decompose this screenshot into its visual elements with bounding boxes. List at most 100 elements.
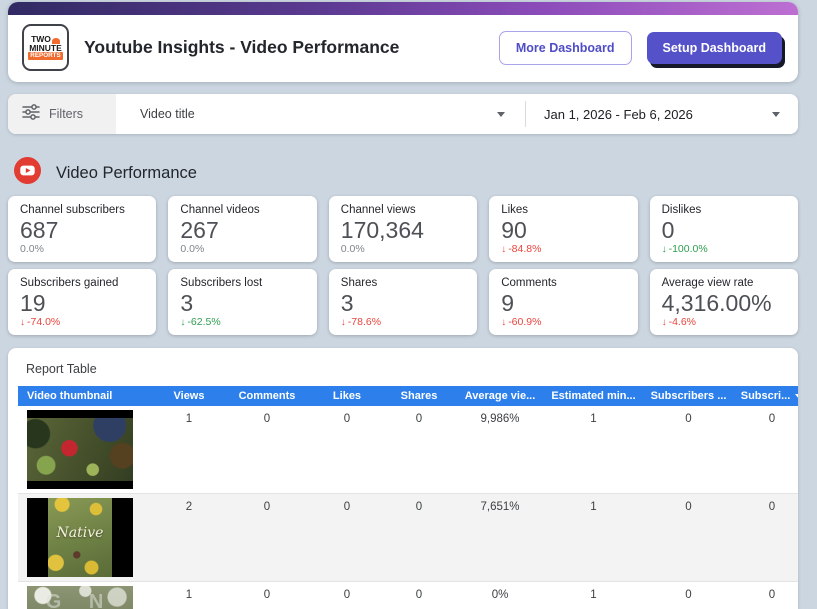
arrow-down-icon: ↓ [180,316,186,328]
thumbnail-cell: Native [18,494,154,582]
metric-value: 4,316.00% [661,290,772,316]
table-cell: 0 [343,413,351,425]
metric-delta: ↓ -74.0% [20,316,144,328]
section-title: Video Performance [56,163,197,182]
arrow-down-icon: ↓ [501,243,507,255]
metric-delta: ↓ -4.6% [662,316,786,328]
sort-caret-icon [795,394,798,399]
arrow-down-icon: ↓ [661,316,667,328]
metric-label: Likes [501,204,529,216]
column-header-shares[interactable]: Shares [384,386,454,406]
youtube-icon [14,157,41,189]
scorecard-shares: Shares 3 ↓ -78.6% [328,269,478,335]
chevron-down-icon [772,111,780,117]
column-header-views[interactable]: Views [154,386,224,406]
date-range-dropdown[interactable]: Jan 1, 2026 - Feb 6, 2026 [526,94,798,134]
column-header-comments[interactable]: Comments [224,386,310,406]
metric-delta-value: 0.0% [340,243,365,256]
video-title-filter-dropdown[interactable]: Video title [116,94,525,134]
metric-label: Subscribers lost [180,277,263,289]
metric-delta: ↓ -78.6% [341,316,465,328]
date-range-value: Jan 1, 2026 - Feb 6, 2026 [544,106,693,122]
metric-delta-value: 0.0% [180,243,205,256]
metric-delta-value: -62.5% [187,316,221,329]
thumbnail-photo [27,418,133,481]
scorecard-channel-views: Channel views 170,364 0.0% [328,196,478,262]
metric-value: 19 [20,290,46,316]
column-header-video-thumbnail[interactable]: Video thumbnail [18,386,154,406]
scorecards-grid: Channel subscribers 687 0.0% Channel videos… [8,196,798,335]
metric-delta-value: -84.8% [508,243,542,256]
metric-delta: ↓ -84.8% [501,243,625,255]
scorecard-subscribers-gained: Subscribers gained 19 ↓ -74.0% [8,269,157,335]
column-header-estimated-min[interactable]: Estimated min... [546,386,641,406]
header-body: TWO MINUTE REPORTS Youtube Insights - Vi… [8,15,798,82]
scorecard-channel-videos: Channel videos 267 0.0% [168,196,317,262]
table-cell: 0% [491,589,509,601]
metric-value: 9 [501,290,514,316]
metric-delta: 0.0% [180,243,304,255]
column-header-subscri[interactable]: Subscri... [736,386,798,406]
metric-value: 687 [20,217,59,243]
more-dashboard-button[interactable]: More Dashboard [498,30,632,65]
metric-value: 3 [180,290,194,316]
video-thumbnail[interactable]: Native [27,498,133,577]
report-table-card: Report Table Video thumbnail Views Comment… [8,348,798,609]
filters-toggle[interactable]: Filters [8,94,116,134]
logo-text-reports: REPORTS [28,52,63,61]
setup-dashboard-button[interactable]: Setup Dashboard [646,31,782,64]
table-cell: 2 [185,501,193,513]
table-cell: 0 [263,501,271,513]
arrow-down-icon: ↓ [340,316,346,328]
metric-delta-value: -100.0% [668,243,708,256]
section-header: Video Performance [14,157,197,189]
header-gradient-bar [8,2,798,15]
scorecard-dislikes: Dislikes 0 ↓ -100.0% [649,196,798,262]
metric-value: 170,364 [340,217,424,243]
metric-label: Dislikes [661,204,702,216]
arrow-down-icon: ↓ [20,316,25,328]
metric-label: Shares [340,277,378,289]
scorecard-channel-subscribers: Channel subscribers 687 0.0% [8,196,157,262]
arrow-down-icon: ↓ [501,316,507,328]
sliders-icon [22,103,40,125]
metric-delta-value: -74.0% [27,316,61,329]
table-cell: 0 [263,589,271,601]
chevron-down-icon [497,111,505,117]
table-cell: 0 [263,413,271,425]
metric-label: Comments [501,277,557,289]
header-card: TWO MINUTE REPORTS Youtube Insights - Vi… [8,2,798,82]
scorecard-subscribers-lost: Subscribers lost 3 ↓ -62.5% [168,269,317,335]
table-cell: 7,651% [480,501,520,513]
metric-delta: ↓ -60.9% [501,316,625,328]
table-cell: 0 [343,501,351,513]
video-thumbnail[interactable]: G N [27,586,133,609]
table-cell: 1 [185,413,193,425]
table-cell: 0 [768,501,776,513]
scorecard-comments: Comments 9 ↓ -60.9% [489,269,638,335]
filters-bar: Filters Video title Jan 1, 2026 - Feb 6,… [8,94,798,134]
table-cell: 0 [343,589,351,601]
video-thumbnail[interactable] [27,410,133,489]
metric-delta-value: -4.6% [668,316,697,329]
table-row: Native 2 0 0 0 7,651% 1 0 0 [18,493,798,582]
metric-label: Average view rate [661,277,754,289]
arrow-down-icon: ↓ [661,243,667,255]
metric-delta-value: -78.6% [347,316,382,329]
thumbnail-cell: G N [18,582,154,609]
metric-delta: 0.0% [20,243,144,255]
metric-delta-value: -60.9% [508,316,542,329]
metric-delta-value: 0.0% [20,243,44,256]
column-header-subscribers[interactable]: Subscribers ... [641,386,736,406]
metric-delta: ↓ -100.0% [662,243,786,255]
video-title-filter-value: Video title [140,107,195,121]
column-header-average-vie[interactable]: Average vie... [454,386,546,406]
scorecard-average-view-rate: Average view rate 4,316.00% ↓ -4.6% [649,269,798,335]
table-row: G N 1 0 0 0 0% 1 0 0 [18,582,798,609]
report-table-title: Report Table [26,362,97,376]
table-header-row: Video thumbnail Views Comments Likes Shares A… [18,386,798,406]
metric-value: 0 [661,217,675,243]
column-header-likes[interactable]: Likes [310,386,384,406]
two-minute-reports-logo: TWO MINUTE REPORTS [22,24,69,71]
table-cell: 0 [415,501,423,513]
